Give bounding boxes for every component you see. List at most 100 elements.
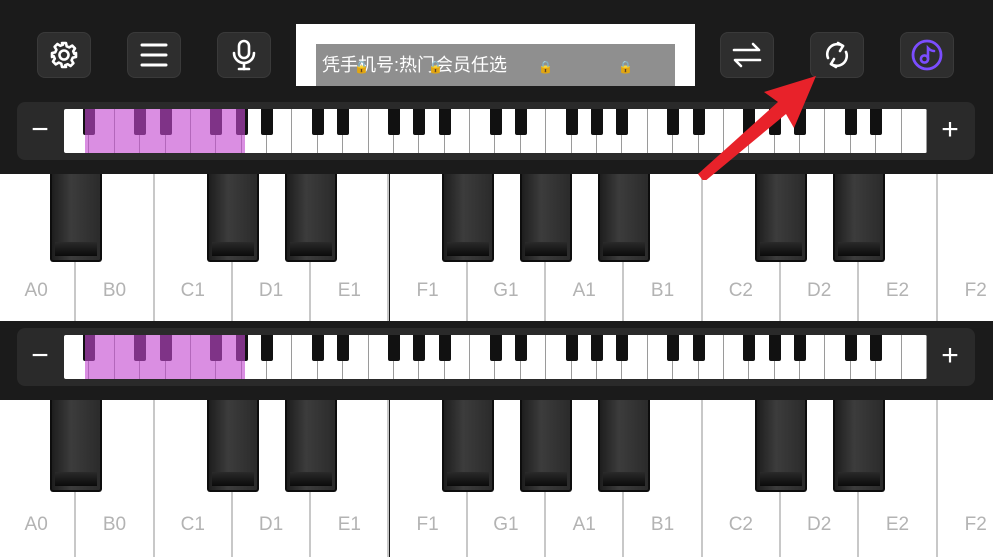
key-note-label: E2 xyxy=(885,514,910,535)
mini-black-key xyxy=(337,335,350,361)
red-pointer-arrow xyxy=(698,76,816,180)
black-key[interactable] xyxy=(285,174,338,262)
mini-black-key xyxy=(261,335,274,361)
key-note-label: B1 xyxy=(650,514,675,535)
mini-black-key xyxy=(489,109,502,135)
mini-black-key xyxy=(413,335,426,361)
ad-banner[interactable]: 🔒 🔒 🔒 🔒 凭手机号:热门会员任选 xyxy=(296,24,695,86)
mini-black-key xyxy=(387,109,400,135)
black-key[interactable] xyxy=(598,174,651,262)
key-note-label: D2 xyxy=(807,280,832,301)
mini-black-key xyxy=(514,335,527,361)
key-note-label: C2 xyxy=(728,280,753,301)
mini-black-key xyxy=(337,109,350,135)
mini-black-key xyxy=(844,109,857,135)
music-note-button[interactable] xyxy=(900,32,954,78)
key-note-label: B1 xyxy=(650,280,675,301)
ad-banner-text: 凭手机号:热门会员任选 xyxy=(322,55,507,75)
black-key[interactable] xyxy=(206,174,259,262)
rotate-arrows-icon xyxy=(821,39,853,71)
mini-black-key xyxy=(311,109,324,135)
mini-black-key xyxy=(870,109,883,135)
microphone-button[interactable] xyxy=(217,32,271,78)
lock-icon: 🔒 xyxy=(428,60,443,74)
black-key[interactable] xyxy=(520,174,573,262)
keyboard-range-strip-bottom: − + xyxy=(17,328,975,386)
mini-black-key xyxy=(261,109,274,135)
visible-range-selector[interactable] xyxy=(84,109,245,153)
mini-keyboard-overview[interactable] xyxy=(64,335,927,379)
key-note-label: A1 xyxy=(572,514,596,535)
key-note-label: B0 xyxy=(102,514,127,535)
mini-black-key xyxy=(514,109,527,135)
black-key[interactable] xyxy=(206,400,259,492)
key-note-label: C1 xyxy=(180,280,205,301)
key-note-label: E2 xyxy=(885,280,910,301)
key-note-label: A0 xyxy=(24,280,48,301)
mini-black-key xyxy=(743,335,756,361)
keyboard-range-strip-top: − + xyxy=(17,102,975,160)
black-key[interactable] xyxy=(833,174,886,262)
key-note-label: D2 xyxy=(807,514,832,535)
zoom-in-button[interactable]: + xyxy=(927,328,973,386)
key-note-label: C2 xyxy=(728,514,753,535)
key-note-label: A0 xyxy=(24,514,48,535)
black-key[interactable] xyxy=(285,400,338,492)
mini-black-key xyxy=(387,335,400,361)
key-note-label: B0 xyxy=(102,280,127,301)
black-key[interactable] xyxy=(755,400,807,492)
mini-black-key xyxy=(565,109,578,135)
mini-black-key xyxy=(438,335,451,361)
key-note-label: C1 xyxy=(180,514,205,535)
key-note-label: D1 xyxy=(258,280,284,301)
swap-arrows-icon xyxy=(731,41,763,69)
black-key[interactable] xyxy=(598,400,651,492)
mini-black-key xyxy=(489,335,502,361)
zoom-out-button[interactable]: − xyxy=(17,328,63,386)
white-key[interactable]: F2 xyxy=(937,174,993,321)
mini-black-key xyxy=(413,109,426,135)
mini-black-key xyxy=(591,335,604,361)
black-key[interactable] xyxy=(441,174,494,262)
zoom-in-button[interactable]: + xyxy=(927,102,973,160)
mini-black-key xyxy=(667,109,680,135)
piano-keyboard-bottom[interactable]: A0 B0 C1 D1 E1 F1 G1 A1 B1 C2 D2 E2 F2 xyxy=(0,400,993,557)
black-key[interactable] xyxy=(50,174,103,262)
key-note-label: F2 xyxy=(964,514,987,535)
lock-icon: 🔒 xyxy=(538,60,553,74)
lock-icon: 🔒 xyxy=(618,60,633,74)
gear-icon xyxy=(49,40,79,70)
mini-black-key xyxy=(870,335,883,361)
mini-white-key xyxy=(902,109,927,153)
black-key[interactable] xyxy=(441,400,494,492)
mini-black-key xyxy=(438,109,451,135)
key-note-label: A1 xyxy=(572,280,596,301)
mini-black-key xyxy=(591,109,604,135)
hamburger-menu-icon xyxy=(139,42,169,68)
black-key[interactable] xyxy=(50,400,103,492)
black-key[interactable] xyxy=(833,400,886,492)
mini-black-key xyxy=(616,335,629,361)
mini-black-key xyxy=(311,335,324,361)
mini-black-key xyxy=(794,335,807,361)
menu-button[interactable] xyxy=(127,32,181,78)
key-note-label: G1 xyxy=(493,280,519,301)
settings-button[interactable] xyxy=(37,32,91,78)
zoom-out-button[interactable]: − xyxy=(17,102,63,160)
mini-white-key xyxy=(902,335,927,379)
mini-black-key xyxy=(565,335,578,361)
mini-black-key xyxy=(844,335,857,361)
mini-black-key xyxy=(692,335,705,361)
mini-black-key xyxy=(667,335,680,361)
key-note-label: G1 xyxy=(493,514,519,535)
white-key[interactable]: F2 xyxy=(937,400,993,557)
visible-range-selector[interactable] xyxy=(84,335,245,379)
ad-banner-content[interactable]: 🔒 🔒 🔒 🔒 凭手机号:热门会员任选 xyxy=(316,44,675,86)
black-key[interactable] xyxy=(520,400,573,492)
key-note-label: F2 xyxy=(964,280,987,301)
key-note-label: F1 xyxy=(416,280,439,301)
piano-keyboard-top[interactable]: A0 B0 C1 D1 E1 F1 G1 A1 B1 C2 D2 E2 F2 xyxy=(0,174,993,321)
key-note-label: F1 xyxy=(416,514,439,535)
key-note-label: D1 xyxy=(258,514,284,535)
black-key[interactable] xyxy=(755,174,807,262)
